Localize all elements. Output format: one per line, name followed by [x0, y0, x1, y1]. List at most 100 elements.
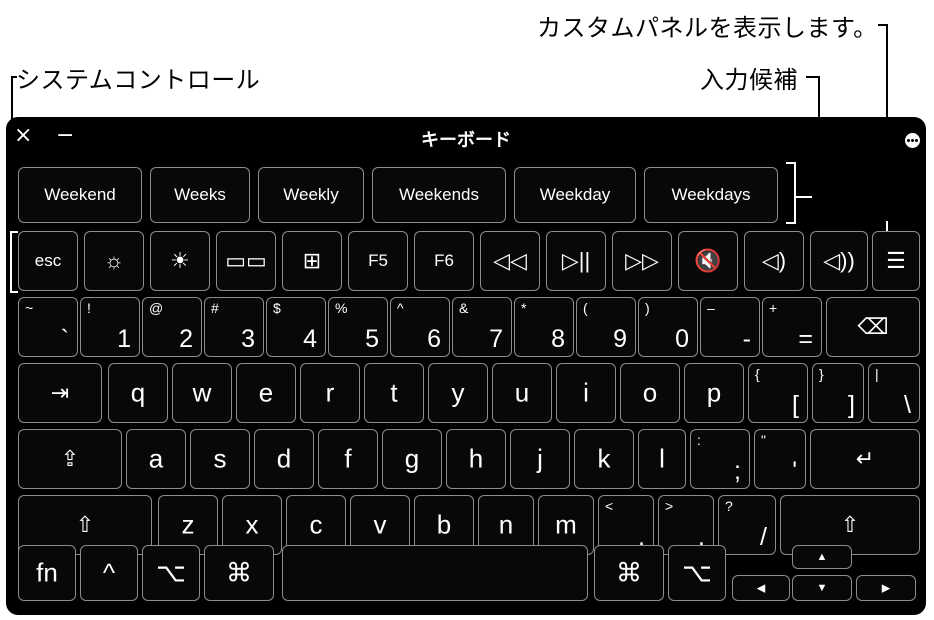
title-bar: × − キーボード — [6, 117, 926, 155]
custom-panel-callout: カスタムパネルを表示します。 — [537, 14, 878, 42]
key-p[interactable]: p — [684, 363, 744, 423]
suggestion-1[interactable]: Weekend — [18, 167, 142, 223]
key-e[interactable]: e — [236, 363, 296, 423]
arrow-up-key[interactable]: ▲ — [792, 545, 852, 569]
backslash-key[interactable]: | \ — [868, 363, 920, 423]
esc-key[interactable]: esc — [18, 231, 78, 291]
system-controls-leader-h — [11, 76, 17, 78]
system-controls-bracket — [10, 231, 12, 293]
fn-key[interactable]: fn — [18, 545, 76, 601]
key-1[interactable]: ! 1 — [80, 297, 140, 357]
brightness-up-key[interactable]: ☀ — [150, 231, 210, 291]
volume-down-key[interactable]: ◁) — [744, 231, 804, 291]
key-4[interactable]: $4 — [266, 297, 326, 357]
launchpad-key[interactable]: ⊞ — [282, 231, 342, 291]
key-d[interactable]: d — [254, 429, 314, 489]
key-s[interactable]: s — [190, 429, 250, 489]
key-5[interactable]: % 5 — [328, 297, 388, 357]
command-icon: ⌘ — [616, 557, 642, 588]
key-i[interactable]: i — [556, 363, 616, 423]
key-2[interactable]: @2 — [142, 297, 202, 357]
f5-key[interactable]: F5 — [348, 231, 408, 291]
equals-key[interactable]: + = — [762, 297, 822, 357]
play-pause-icon: ▷|| — [561, 248, 591, 273]
control-key[interactable]: ^ — [80, 545, 138, 601]
suggestion-6[interactable]: Weekdays — [644, 167, 778, 223]
suggestion-5[interactable]: Weekday — [514, 167, 636, 223]
list-icon: ☰ — [886, 248, 906, 273]
brightness-down-key[interactable]: ☼ — [84, 231, 144, 291]
caps-lock-icon: ⇪ — [60, 446, 80, 471]
space-bar[interactable] — [282, 545, 588, 601]
right-option-key[interactable]: ⌥ — [668, 545, 726, 601]
key-0[interactable]: ) 0 — [638, 297, 698, 357]
arrow-down-key[interactable]: ▼ — [792, 575, 852, 601]
arrow-down-icon: ▼ — [816, 582, 828, 594]
key-6[interactable]: ^ 6 — [390, 297, 450, 357]
key-j[interactable]: j — [510, 429, 570, 489]
right-bracket-key[interactable]: }] — [812, 363, 864, 423]
mute-icon: 🔇 — [694, 248, 722, 273]
key-8[interactable]: * 8 — [514, 297, 574, 357]
brightness-up-icon: ☀ — [170, 248, 190, 273]
key-a[interactable]: a — [126, 429, 186, 489]
system-controls-callout: システムコントロール — [16, 66, 261, 94]
mission-control-key[interactable]: ▭▭ — [216, 231, 276, 291]
key-y[interactable]: y — [428, 363, 488, 423]
keyboard-viewer-panel: × − キーボード Weekend Weeks Weekly Weekends … — [6, 117, 926, 615]
key-u[interactable]: u — [492, 363, 552, 423]
key-l[interactable]: l — [638, 429, 686, 489]
more-options-icon[interactable] — [905, 133, 920, 148]
key-g[interactable]: g — [382, 429, 442, 489]
backtick-key[interactable]: ~ ` — [18, 297, 78, 357]
key-h[interactable]: h — [446, 429, 506, 489]
left-bracket-key[interactable]: {[ — [748, 363, 808, 423]
play-pause-key[interactable]: ▷|| — [546, 231, 606, 291]
arrow-left-key[interactable]: ◀ — [732, 575, 790, 601]
custom-panel-leader-h — [878, 24, 886, 26]
control-icon: ^ — [102, 557, 116, 588]
key-q[interactable]: q — [108, 363, 168, 423]
key-k[interactable]: k — [574, 429, 634, 489]
key-w[interactable]: w — [172, 363, 232, 423]
key-r[interactable]: r — [300, 363, 360, 423]
key-7[interactable]: & 7 — [452, 297, 512, 357]
quote-key[interactable]: " ' — [754, 429, 806, 489]
volume-up-key[interactable]: ◁)) — [810, 231, 868, 291]
key-3[interactable]: #3 — [204, 297, 264, 357]
delete-key[interactable]: ⌫ — [826, 297, 920, 357]
minus-key[interactable]: – - — [700, 297, 760, 357]
suggestion-2[interactable]: Weeks — [150, 167, 250, 223]
mission-control-icon: ▭▭ — [225, 248, 267, 273]
arrow-up-icon: ▲ — [816, 551, 828, 563]
volume-down-icon: ◁) — [761, 248, 787, 273]
mute-key[interactable]: 🔇 — [678, 231, 738, 291]
system-controls-bracket-top — [10, 231, 18, 233]
f6-key[interactable]: F6 — [414, 231, 474, 291]
tab-icon: ⇥ — [50, 380, 70, 405]
rewind-key[interactable]: ◁◁ — [480, 231, 540, 291]
key-t[interactable]: t — [364, 363, 424, 423]
arrow-left-icon: ◀ — [756, 582, 766, 595]
tab-key[interactable]: ⇥ — [18, 363, 102, 423]
fast-forward-key[interactable]: ▷▷ — [612, 231, 672, 291]
brightness-down-icon: ☼ — [103, 248, 125, 273]
suggestions-callout: 入力候補 — [700, 66, 798, 94]
suggestion-4[interactable]: Weekends — [372, 167, 506, 223]
suggestion-3[interactable]: Weekly — [258, 167, 364, 223]
option-icon: ⌥ — [156, 557, 186, 588]
custom-panel-key[interactable]: ☰ — [872, 231, 920, 291]
system-controls-bracket-bottom — [10, 291, 18, 293]
left-command-key[interactable]: ⌘ — [204, 545, 274, 601]
left-option-key[interactable]: ⌥ — [142, 545, 200, 601]
return-key[interactable]: ↵ — [810, 429, 920, 489]
key-f[interactable]: f — [318, 429, 378, 489]
launchpad-icon: ⊞ — [302, 248, 322, 273]
semicolon-key[interactable]: :; — [690, 429, 750, 489]
slash-key[interactable]: ? / — [718, 495, 776, 555]
arrow-right-key[interactable]: ▶ — [856, 575, 916, 601]
caps-lock-key[interactable]: ⇪ — [18, 429, 122, 489]
key-9[interactable]: (9 — [576, 297, 636, 357]
key-o[interactable]: o — [620, 363, 680, 423]
right-command-key[interactable]: ⌘ — [594, 545, 664, 601]
